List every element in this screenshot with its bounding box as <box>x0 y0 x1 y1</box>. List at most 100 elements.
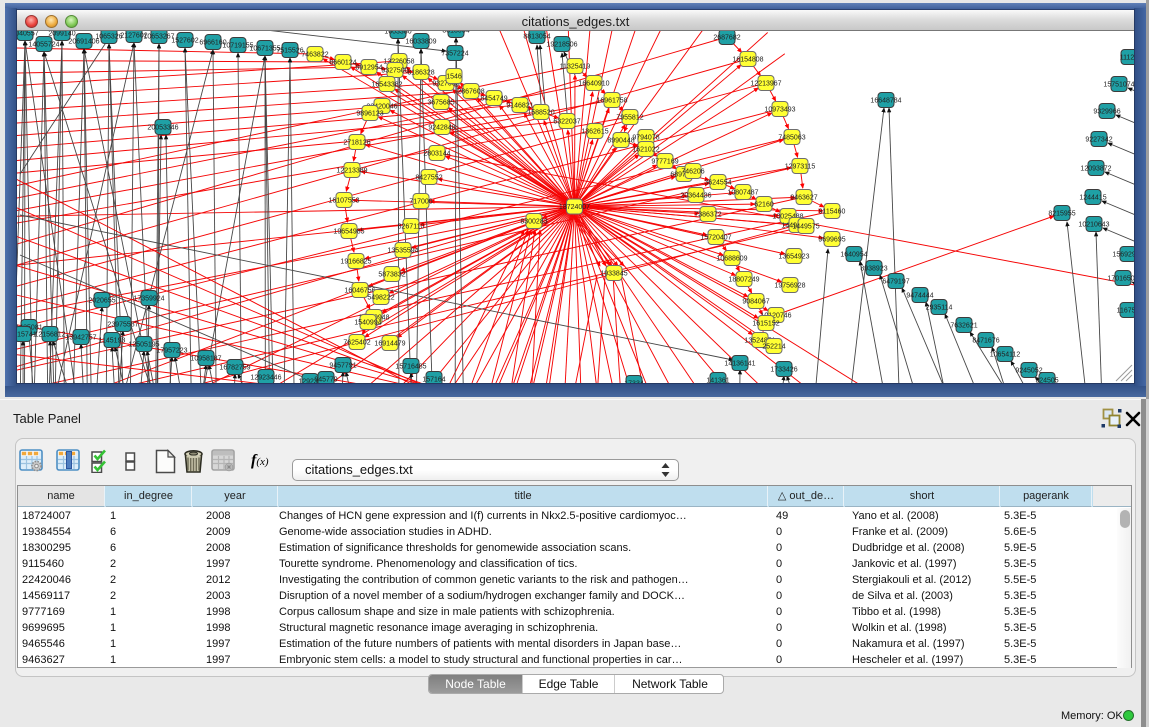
svg-text:1449575: 1449575 <box>792 224 819 231</box>
svg-text:9457791: 9457791 <box>329 363 356 370</box>
svg-text:15720407: 15720407 <box>700 235 731 242</box>
svg-text:2687682: 2687682 <box>713 35 740 42</box>
svg-text:20364436: 20364436 <box>680 193 711 200</box>
svg-text:16914479: 16914479 <box>374 341 405 348</box>
svg-text:9794078: 9794078 <box>632 135 659 142</box>
svg-text:9329966: 9329966 <box>1093 109 1120 116</box>
svg-text:7463822: 7463822 <box>301 52 328 59</box>
svg-text:2020655: 2020655 <box>88 298 115 305</box>
svg-text:7515526: 7515526 <box>276 48 303 55</box>
svg-text:1621022: 1621022 <box>632 147 659 154</box>
svg-text:12973115: 12973115 <box>785 164 816 171</box>
svg-text:8454749: 8454749 <box>480 96 507 103</box>
svg-text:9896123: 9896123 <box>356 111 383 118</box>
svg-text:16033809: 16033809 <box>405 39 436 46</box>
svg-text:7625402: 7625402 <box>343 340 370 347</box>
svg-text:1527602: 1527602 <box>171 38 198 45</box>
svg-text:8912954: 8912954 <box>355 65 382 72</box>
svg-text:9115460: 9115460 <box>819 209 846 216</box>
svg-text:717006: 717006 <box>409 199 432 206</box>
svg-text:19166825: 19166825 <box>340 259 371 266</box>
svg-text:9084067: 9084067 <box>742 299 769 306</box>
svg-text:8990448: 8990448 <box>607 138 634 145</box>
svg-text:18724007: 18724007 <box>559 204 590 211</box>
svg-text:8938923: 8938923 <box>860 266 887 273</box>
svg-text:9146821: 9146821 <box>506 103 533 110</box>
svg-text:3624554: 3624554 <box>704 180 731 187</box>
svg-text:16640910: 16640910 <box>578 81 609 88</box>
svg-text:1733426: 1733426 <box>770 367 797 374</box>
svg-text:1546: 1546 <box>446 74 462 81</box>
svg-text:12213967: 12213967 <box>750 81 781 88</box>
svg-text:62160: 62160 <box>754 202 774 209</box>
svg-text:15751074: 15751074 <box>1103 82 1134 89</box>
svg-text:5873832: 5873832 <box>378 272 405 279</box>
svg-text:746206: 746206 <box>681 169 704 176</box>
svg-text:19654985: 19654985 <box>333 229 364 236</box>
svg-text:12923446: 12923446 <box>250 375 281 382</box>
svg-text:9474444: 9474444 <box>906 293 933 300</box>
svg-text:10958187: 10958187 <box>190 356 221 363</box>
svg-text:16046756: 16046756 <box>344 288 375 295</box>
svg-text:7386372: 7386372 <box>694 212 721 219</box>
svg-text:12213389: 12213389 <box>336 168 367 175</box>
svg-text:16648784: 16648784 <box>870 98 901 105</box>
svg-text:11325419: 11325419 <box>560 64 591 71</box>
svg-text:1640954: 1640954 <box>840 252 867 259</box>
svg-text:9227342: 9227342 <box>1085 137 1112 144</box>
svg-text:8471676: 8471676 <box>972 338 999 345</box>
svg-text:1145193: 1145193 <box>99 338 126 345</box>
svg-text:17359924: 17359924 <box>133 296 164 303</box>
svg-text:14136141: 14136141 <box>724 361 755 368</box>
svg-text:13535594: 13535594 <box>387 248 418 255</box>
svg-text:1603380: 1603380 <box>384 31 411 36</box>
svg-text:1065326: 1065326 <box>95 34 122 41</box>
svg-text:13942757: 13942757 <box>65 335 96 342</box>
svg-text:2867608: 2867608 <box>457 89 484 96</box>
svg-text:19218506: 19218506 <box>546 42 577 49</box>
svg-text:17334: 17334 <box>624 381 644 384</box>
svg-text:1244415: 1244415 <box>1079 195 1106 202</box>
svg-text:945779: 945779 <box>314 377 337 384</box>
svg-text:9242848: 9242848 <box>428 125 455 132</box>
svg-text:10688609: 10688609 <box>716 256 747 263</box>
svg-text:14055724: 14055724 <box>28 42 59 49</box>
svg-text:924505: 924505 <box>1035 378 1058 384</box>
svg-text:10973493: 10973493 <box>764 107 795 114</box>
svg-text:7485063: 7485063 <box>778 135 805 142</box>
svg-text:8186328: 8186328 <box>407 70 434 77</box>
svg-text:7357224: 7357224 <box>441 51 468 58</box>
svg-text:6479197: 6479197 <box>882 279 909 286</box>
svg-text:8427552: 8427552 <box>415 175 442 182</box>
svg-text:2718126: 2718126 <box>343 140 370 147</box>
svg-text:116753: 116753 <box>1117 308 1134 315</box>
svg-text:19756928: 19756928 <box>774 283 805 290</box>
svg-text:10807487: 10807487 <box>727 190 758 197</box>
svg-text:12093872: 12093872 <box>1080 166 1111 173</box>
svg-text:18807249: 18807249 <box>728 277 759 284</box>
svg-text:8267110: 8267110 <box>398 224 425 231</box>
svg-text:7632621: 7632621 <box>950 323 977 330</box>
svg-text:10210643: 10210643 <box>1078 222 1109 229</box>
svg-text:6322037: 6322037 <box>553 119 580 126</box>
svg-text:10653267: 10653267 <box>143 34 174 41</box>
svg-text:13654923: 13654923 <box>778 254 809 261</box>
svg-text:2099140: 2099140 <box>48 31 75 38</box>
svg-text:157164: 157164 <box>422 377 445 384</box>
svg-text:9463627: 9463627 <box>790 195 817 202</box>
svg-text:1588520: 1588520 <box>527 110 554 117</box>
svg-text:12505195: 12505195 <box>128 342 159 349</box>
svg-text:2040557: 2040557 <box>17 31 39 38</box>
svg-text:1615152: 1615152 <box>752 321 779 328</box>
svg-text:141361: 141361 <box>706 378 729 384</box>
svg-text:11121: 11121 <box>1120 55 1134 62</box>
svg-text:15692951: 15692951 <box>1112 252 1134 259</box>
svg-text:8300283: 8300283 <box>520 219 547 226</box>
svg-text:17016504: 17016504 <box>1107 276 1134 283</box>
svg-text:9777169: 9777169 <box>651 159 678 166</box>
svg-text:15716485: 15716485 <box>395 364 426 371</box>
svg-text:1362615: 1362615 <box>581 129 608 136</box>
svg-text:2803144: 2803144 <box>423 151 450 158</box>
svg-text:8215955: 8215955 <box>1048 211 1075 218</box>
svg-text:16107553: 16107553 <box>328 198 359 205</box>
